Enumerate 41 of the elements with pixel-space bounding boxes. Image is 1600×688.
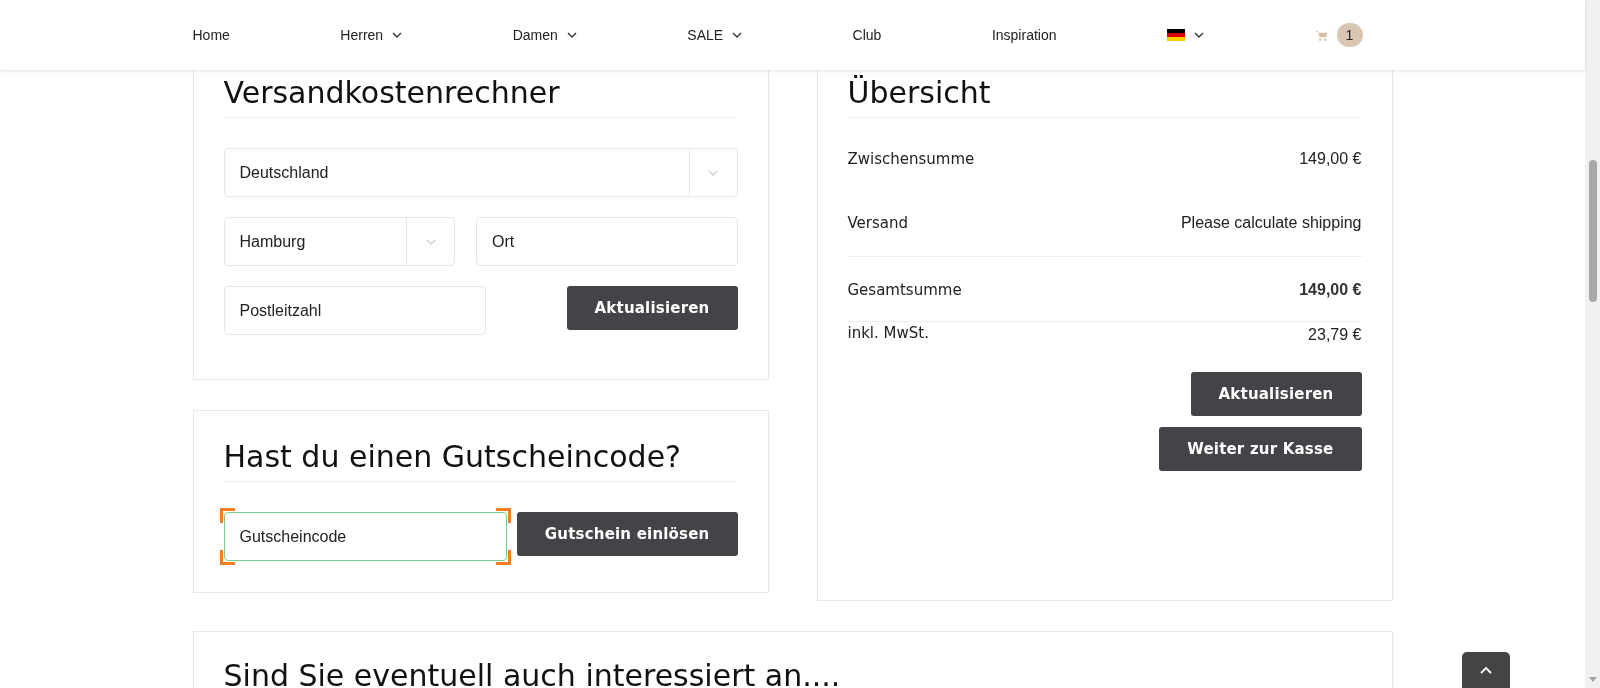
nav-link[interactable]: Inspiration <box>991 27 1057 43</box>
summary-value: 149,00 € <box>1299 281 1362 299</box>
summary-value: Please calculate shipping <box>1180 214 1362 232</box>
coupon-code-field[interactable]: Gutscheincode <box>223 512 507 561</box>
nav-link[interactable]: Herren <box>340 27 403 43</box>
summary-label: Zwischensumme <box>847 150 975 168</box>
chevron-down-icon <box>566 32 577 38</box>
section-title: Sind Sie eventuell auch interessiert an.... <box>223 657 842 688</box>
country-select[interactable]: Deutschland <box>223 148 738 197</box>
state-select[interactable]: Hamburg <box>223 217 455 266</box>
chevron-down-icon <box>392 32 403 38</box>
summary-label: inkl. MwSt. <box>847 323 929 342</box>
nav-link[interactable]: Damen <box>512 27 577 43</box>
cart-count-badge: 1 <box>1336 23 1363 47</box>
scroll-to-top-button[interactable] <box>1462 652 1510 688</box>
apply-coupon-button[interactable]: Gutschein einlösen <box>516 512 738 556</box>
chevron-up-icon <box>1480 666 1492 674</box>
chevron-down-icon <box>708 169 718 176</box>
cart-link[interactable]: 1 <box>1314 23 1363 47</box>
summary-value: 23,79 € <box>1308 325 1362 344</box>
city-field[interactable]: Ort <box>476 217 738 266</box>
flag-icon <box>1167 29 1185 41</box>
chevron-down-icon <box>425 238 436 245</box>
chevron-down-icon <box>1194 32 1204 38</box>
update-button[interactable]: Aktualisieren <box>1190 372 1362 416</box>
summary-value: 149,00 € <box>1299 150 1362 168</box>
section-title: Versandkostenrechner <box>223 73 738 118</box>
section-title: Hast du einen Gutscheincode? <box>223 437 738 482</box>
summary-label: Gesamtsumme <box>847 281 962 299</box>
postcode-field[interactable]: Postleitzahl <box>223 286 486 335</box>
update-button[interactable]: Aktualisieren <box>566 286 738 330</box>
scrollbar-thumb[interactable] <box>1589 160 1597 302</box>
language-selector[interactable] <box>1167 29 1204 41</box>
chevron-down-icon <box>732 32 743 38</box>
summary-label: Versand <box>847 214 909 232</box>
nav-link[interactable]: Home <box>192 27 230 43</box>
nav-link[interactable]: Club <box>852 27 882 43</box>
cart-icon <box>1314 29 1328 41</box>
section-title: Übersicht <box>847 73 1362 118</box>
checkout-button[interactable]: Weiter zur Kasse <box>1159 427 1362 471</box>
nav-link[interactable]: SALE <box>687 27 743 43</box>
